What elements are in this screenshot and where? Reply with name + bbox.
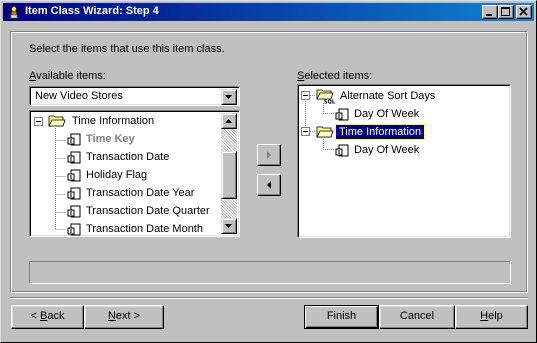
tree-node-label: Day Of Week xyxy=(354,108,420,120)
tree-node-item[interactable]: Day Of Week xyxy=(334,106,484,122)
maximize-button[interactable] xyxy=(498,5,514,19)
remove-item-button[interactable] xyxy=(257,174,281,196)
selected-items-label: Selected items: xyxy=(297,70,373,82)
tree-node-label: Transaction Date Year xyxy=(86,187,195,199)
close-button[interactable] xyxy=(516,5,532,19)
sql-folder-icon: SQL xyxy=(316,89,336,105)
item-icon xyxy=(67,151,81,164)
scroll-down-button[interactable] xyxy=(221,218,237,234)
vertical-scrollbar[interactable] xyxy=(221,113,237,234)
tree-node-item[interactable]: Time Key xyxy=(66,131,216,147)
back-button[interactable]: < Back xyxy=(11,305,84,329)
finish-button[interactable]: Finish xyxy=(304,305,379,329)
arrow-right-icon xyxy=(267,151,271,159)
tree-node-item[interactable]: Transaction Date Year xyxy=(66,185,216,201)
item-icon xyxy=(67,205,81,218)
selected-items-tree[interactable]: SQL Alternate Sort Days Day Of Week Time… xyxy=(297,84,511,238)
item-group-combo[interactable]: New Video Stores xyxy=(29,86,240,106)
button-separator xyxy=(10,297,528,299)
instructions-text: Select the items that use this item clas… xyxy=(29,43,225,55)
item-icon xyxy=(67,133,81,146)
progress-bar xyxy=(29,261,511,284)
folder-open-icon xyxy=(316,126,334,138)
tree-node-folder[interactable]: Time Information xyxy=(301,124,501,140)
maximize-icon xyxy=(501,7,510,16)
available-items-label: Available items: xyxy=(29,70,106,82)
minimize-icon xyxy=(486,14,492,16)
tree-node-label: Time Information xyxy=(334,124,426,140)
add-item-button[interactable] xyxy=(257,144,281,166)
window-title: Item Class Wizard: Step 4 xyxy=(25,5,159,17)
combo-value: New Video Stores xyxy=(35,90,123,102)
wizard-icon xyxy=(9,4,19,19)
tree-node-label: Holiday Flag xyxy=(86,169,148,181)
tree-node-item[interactable]: Transaction Date xyxy=(66,149,216,165)
tree-node-item[interactable]: Transaction Date Quarter xyxy=(66,203,221,219)
tree-node-label: Time Key xyxy=(86,133,135,145)
tree-node-label: Transaction Date Month xyxy=(86,223,203,235)
tree-node-label: Day Of Week xyxy=(354,144,420,156)
help-button[interactable]: Help xyxy=(455,305,528,329)
scroll-thumb[interactable] xyxy=(221,151,237,199)
close-icon xyxy=(519,7,528,16)
cancel-button[interactable]: Cancel xyxy=(379,305,455,329)
wizard-window: Item Class Wizard: Step 4 Select the ite… xyxy=(0,0,537,343)
tree-node-sql-folder[interactable]: SQL Alternate Sort Days xyxy=(301,88,501,104)
collapse-icon[interactable] xyxy=(301,91,310,100)
scroll-up-button[interactable] xyxy=(221,113,237,129)
tree-node-item[interactable]: Holiday Flag xyxy=(66,167,216,183)
arrow-up-icon xyxy=(225,119,232,123)
item-icon xyxy=(335,144,349,157)
next-button[interactable]: Next > xyxy=(84,305,164,329)
chevron-down-icon xyxy=(225,95,232,99)
tree-node-item[interactable]: Day Of Week xyxy=(334,142,484,158)
available-items-tree[interactable]: Time Information Time Key Transaction Da… xyxy=(29,110,240,237)
arrow-left-icon xyxy=(267,181,271,189)
combo-dropdown-button[interactable] xyxy=(221,89,237,105)
tree-node-label: Transaction Date xyxy=(86,151,170,163)
tree-node-label: Transaction Date Quarter xyxy=(86,205,210,217)
tree-node-item[interactable]: Transaction Date Month xyxy=(66,221,221,236)
collapse-icon[interactable] xyxy=(301,127,310,136)
svg-text:SQL: SQL xyxy=(324,100,336,105)
item-icon xyxy=(67,169,81,182)
item-icon xyxy=(67,223,81,236)
title-bar[interactable]: Item Class Wizard: Step 4 xyxy=(3,3,534,21)
arrow-down-icon xyxy=(225,224,232,228)
minimize-button[interactable] xyxy=(482,5,498,19)
tree-node-label: Alternate Sort Days xyxy=(340,90,436,102)
item-icon xyxy=(67,187,81,200)
item-icon xyxy=(335,108,349,121)
